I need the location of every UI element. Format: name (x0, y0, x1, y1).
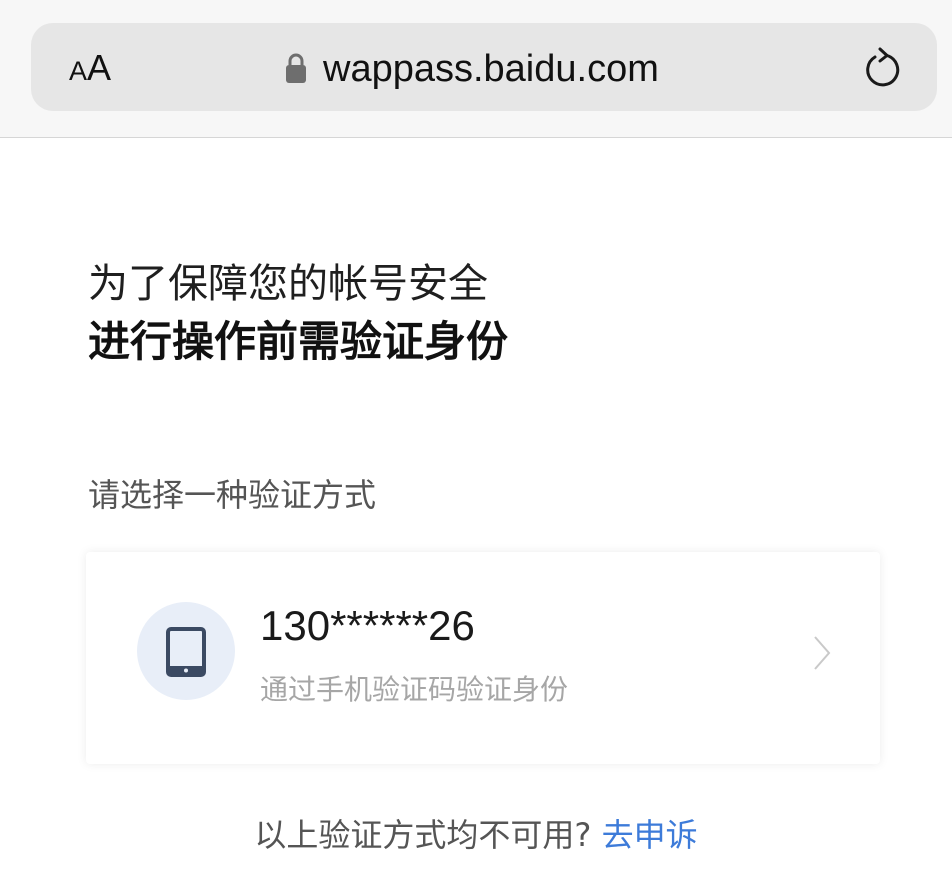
method-prompt: 请选择一种验证方式 (88, 476, 377, 514)
footer-line: 以上验证方式均不可用? 去申诉 (0, 812, 952, 858)
appeal-link[interactable]: 去申诉 (602, 816, 698, 854)
phone-number: 130******26 (260, 602, 475, 649)
reload-icon[interactable] (860, 46, 904, 90)
url-text[interactable]: wappass.baidu.com (323, 45, 659, 93)
lock-icon (286, 53, 306, 83)
reader-text-size-button[interactable]: AA (69, 50, 111, 86)
browser-toolbar: AA wappass.baidu.com (0, 0, 952, 138)
heading-line2: 进行操作前需验证身份 (88, 317, 509, 366)
heading-line1: 为了保障您的帐号安全 (88, 261, 488, 307)
mobile-phone-icon (166, 627, 206, 677)
chevron-right-icon (814, 636, 831, 670)
footer-question: 以上验证方式均不可用? (254, 816, 592, 854)
method-description: 通过手机验证码验证身份 (260, 673, 569, 706)
phone-verification-option[interactable]: 130******26 通过手机验证码验证身份 (86, 552, 880, 764)
reader-big-a: A (87, 47, 112, 88)
icon-circle (137, 602, 235, 700)
reader-small-a: A (69, 56, 88, 86)
